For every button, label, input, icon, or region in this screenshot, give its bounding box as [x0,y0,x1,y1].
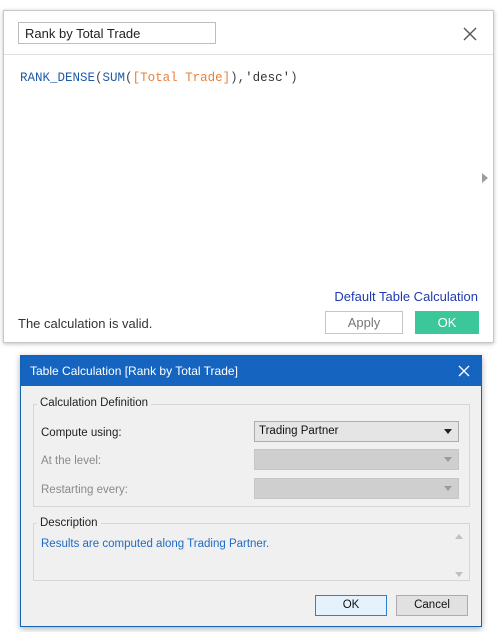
chevron-down-icon [444,486,452,491]
level-label: At the level: [41,455,102,467]
compute-using-value: Trading Partner [259,425,339,437]
description-group [33,523,470,581]
close-icon[interactable] [456,363,472,379]
calculation-editor: Rank by Total Trade RANK_DENSE(SUM([Tota… [3,10,494,343]
dialog-title: Table Calculation [Rank by Total Trade] [30,364,238,378]
calculation-name-input[interactable]: Rank by Total Trade [18,22,216,44]
restarting-every-label: Restarting every: [41,484,128,496]
formula-paren: ( [95,71,103,85]
description-label: Description [37,517,101,529]
compute-using-label: Compute using: [41,427,122,439]
formula-editor[interactable]: RANK_DENSE(SUM([Total Trade]),'desc') [20,71,298,85]
formula-paren: ) [290,71,298,85]
chevron-down-icon [444,457,452,462]
description-text: Results are computed along Trading Partn… [41,538,270,550]
default-table-calculation-link[interactable]: Default Table Calculation [334,289,478,304]
validation-status: The calculation is valid. [18,316,153,331]
formula-string: 'desc' [245,71,291,85]
apply-button[interactable]: Apply [325,311,403,334]
dialog-ok-button[interactable]: OK [315,595,387,616]
table-calculation-dialog: Table Calculation [Rank by Total Trade] … [20,355,482,627]
chevron-down-icon [444,429,452,434]
scroll-down-icon[interactable] [455,572,463,577]
level-select[interactable] [254,449,459,470]
close-icon[interactable] [461,25,479,43]
formula-field: [Total Trade] [132,71,231,85]
ok-button[interactable]: OK [415,311,479,334]
formula-paren: ), [230,71,246,85]
dialog-title-bar: Table Calculation [Rank by Total Trade] [21,356,481,386]
compute-using-select[interactable]: Trading Partner [254,421,459,442]
expand-panel-arrow-icon[interactable] [482,173,488,183]
calculation-definition-label: Calculation Definition [37,397,152,409]
restarting-every-select[interactable] [254,478,459,499]
dialog-cancel-button[interactable]: Cancel [396,595,468,616]
formula-paren: ( [125,71,133,85]
scroll-up-icon[interactable] [455,534,463,539]
formula-function: RANK_DENSE [20,71,96,85]
header-divider [4,54,493,55]
formula-function: SUM [102,71,126,85]
